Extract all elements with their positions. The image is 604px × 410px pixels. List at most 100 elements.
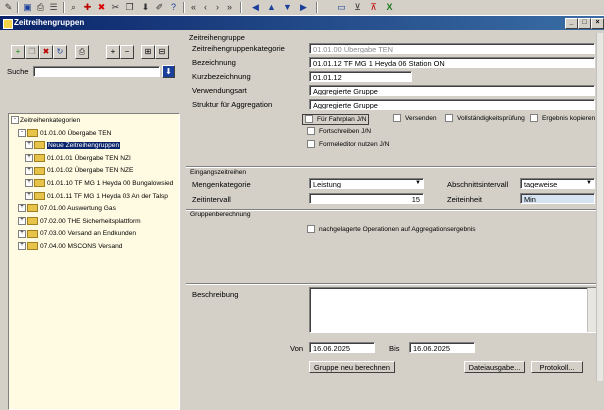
print-tree-icon[interactable]: ⎙ <box>75 45 89 59</box>
monitor-icon[interactable]: ▭ <box>336 2 347 13</box>
bezeichnung-field[interactable]: 01.01.12 TF MG 1 Heyda 06 Station ON <box>309 57 595 68</box>
kategorie-label: Zeitreihengruppenkategorie <box>192 44 285 53</box>
help-icon[interactable]: ? <box>168 2 179 13</box>
dateiausgabe-button[interactable]: Dateiausgabe... <box>464 361 525 373</box>
folder-icon <box>27 204 38 213</box>
last-icon[interactable]: » <box>224 2 235 13</box>
search-input[interactable] <box>33 66 160 77</box>
category-tree[interactable]: - Zeitreihenkategorien -01.01.00 Übergabe … <box>8 113 180 410</box>
tree-node[interactable]: +07.04.00 MSCONS Versand <box>18 242 122 252</box>
kurz-field[interactable]: 01.01.12 <box>309 71 412 82</box>
chk-formeleditor[interactable]: Formeleditor nutzen J/N <box>307 140 389 149</box>
tree-node-label: 07.01.00 Auswertung Gas <box>40 205 116 213</box>
delete-icon[interactable]: ✖ <box>96 2 107 13</box>
search-go-icon[interactable]: ⬇ <box>162 65 175 78</box>
tree-node[interactable]: +01.01.02 Übergabe TEN NZE <box>25 166 133 176</box>
prev-icon[interactable]: ‹ <box>200 2 211 13</box>
excel-icon[interactable]: X <box>384 2 395 13</box>
maximize-button[interactable]: □ <box>578 18 591 29</box>
close-button[interactable]: × <box>591 18 604 29</box>
chk-fahrplan[interactable]: Für Fahrplan J/N <box>302 114 370 125</box>
expand-icon[interactable]: + <box>106 45 120 59</box>
list-icon[interactable]: ☰ <box>48 2 59 13</box>
gruppe-neu-berechnen-button[interactable]: Gruppe neu berechnen <box>309 361 395 373</box>
collapse-node-icon[interactable]: - <box>18 128 26 137</box>
forward-icon[interactable]: ▶ <box>298 2 309 13</box>
print-icon[interactable]: ⎙ <box>35 2 46 13</box>
tree-node[interactable]: + Neue Zeitreihengruppen <box>25 141 121 151</box>
tree-node[interactable]: - 01.01.00 Übergabe TEN <box>18 128 112 139</box>
back-icon[interactable]: ◀ <box>250 2 261 13</box>
tree-node[interactable]: +07.01.00 Auswertung Gas <box>18 204 116 214</box>
filter-icon[interactable]: ⊻ <box>352 2 363 13</box>
minimize-button[interactable]: _ <box>565 18 578 29</box>
expand-node-icon[interactable]: + <box>18 217 26 226</box>
chk-nachgelagert[interactable]: nachgelagerte Operationen auf Aggregatio… <box>307 225 476 234</box>
collapse-icon[interactable]: − <box>120 45 134 59</box>
tree-node-label: 01.01.00 Übergabe TEN <box>40 129 112 137</box>
binoculars-icon[interactable]: ⌕ <box>68 2 79 13</box>
add-icon[interactable]: + <box>11 45 25 59</box>
zeitintervall-label: Zeitintervall <box>192 195 231 204</box>
next-icon[interactable]: › <box>212 2 223 13</box>
pencil-icon[interactable]: ✎ <box>3 2 14 13</box>
expand-node-icon[interactable]: + <box>25 179 33 188</box>
chk-ergebnis[interactable]: Ergebnis kopieren <box>530 114 595 123</box>
new-icon[interactable]: ✚ <box>82 2 93 13</box>
expand-node-icon[interactable]: + <box>25 191 33 200</box>
cut-icon[interactable]: ✂ <box>110 2 121 13</box>
divider <box>186 283 598 285</box>
delete-node-icon[interactable]: ✖ <box>39 45 53 59</box>
filter-clear-icon[interactable]: ⊼ <box>368 2 379 13</box>
expand-node-icon[interactable]: + <box>25 154 33 163</box>
chk-fahrplan-label: Für Fahrplan J/N <box>317 116 367 123</box>
zeiteinheit-field[interactable]: Min <box>520 193 595 204</box>
main-scrollbar[interactable] <box>596 33 603 381</box>
copy-icon[interactable]: ❐ <box>124 2 135 13</box>
beschreibung-textarea[interactable] <box>309 287 597 333</box>
first-icon[interactable]: « <box>188 2 199 13</box>
tree-node[interactable]: +01.01.01 Übergabe TEN NZI <box>25 154 131 164</box>
copy-node-icon[interactable]: ❐ <box>25 45 39 59</box>
folder-icon <box>34 191 45 200</box>
verwendung-field[interactable]: Aggregierte Gruppe <box>309 85 595 96</box>
chk-versenden[interactable]: Versenden <box>393 114 437 123</box>
refresh-icon[interactable]: ↻ <box>53 45 67 59</box>
expand-node-icon[interactable]: + <box>25 141 33 150</box>
expand-node-icon[interactable]: + <box>18 229 26 238</box>
zeitintervall-field[interactable]: 15 <box>309 193 424 204</box>
expand-node-icon[interactable]: + <box>18 204 26 213</box>
mengen-select[interactable]: Leistung ▼ <box>309 178 424 189</box>
divider <box>186 166 598 168</box>
collapse-all-icon[interactable]: ⊟ <box>155 45 169 59</box>
down-icon[interactable]: ▼ <box>282 2 293 13</box>
struktur-field[interactable]: Aggregierte Gruppe <box>309 99 595 110</box>
tree-node[interactable]: +07.02.00 THE Sicherheitsplattform <box>18 217 141 227</box>
scrollbar[interactable] <box>587 288 596 332</box>
tree-node[interactable]: +01.01.10 TF MG 1 Heyda 00 Bungalowsied <box>25 179 173 189</box>
folder-icon <box>27 242 38 251</box>
chevron-down-icon: ▼ <box>415 180 421 186</box>
protokoll-button[interactable]: Protokoll... <box>531 361 583 373</box>
tree-node-label: 07.03.00 Versand an Endkunden <box>40 230 137 238</box>
folder-icon <box>34 154 45 163</box>
tag-icon[interactable]: ✐ <box>154 2 165 13</box>
abschnitt-select[interactable]: tageweise ▼ <box>520 178 595 189</box>
expand-node-icon[interactable]: + <box>18 242 26 251</box>
up-icon[interactable]: ▲ <box>266 2 277 13</box>
collapse-node-icon[interactable]: - <box>11 116 19 125</box>
expand-node-icon[interactable]: + <box>25 166 33 175</box>
kategorie-field[interactable]: 01.01.00 Übergabe TEN <box>309 43 595 54</box>
tree-node[interactable]: - Zeitreihenkategorien <box>11 116 80 126</box>
chk-fortschreiben[interactable]: Fortschreiben J/N <box>307 127 371 136</box>
chk-vollstaendigkeit[interactable]: Vollständigkeitsprüfung <box>445 114 525 123</box>
von-field[interactable]: 16.06.2025 <box>309 342 375 353</box>
tree-node-label: Zeitreihenkategorien <box>20 117 81 124</box>
tree-node[interactable]: +01.01.11 TF MG 1 Heyda 03 An der Talsp <box>25 191 168 202</box>
tree-node[interactable]: +07.03.00 Versand an Endkunden <box>18 229 136 239</box>
bis-field[interactable]: 16.06.2025 <box>409 342 475 353</box>
beschreibung-label: Beschreibung <box>192 290 239 299</box>
expand-all-icon[interactable]: ⊞ <box>141 45 155 59</box>
save-icon[interactable]: ▣ <box>22 2 33 13</box>
download-icon[interactable]: ⬇ <box>140 2 151 13</box>
